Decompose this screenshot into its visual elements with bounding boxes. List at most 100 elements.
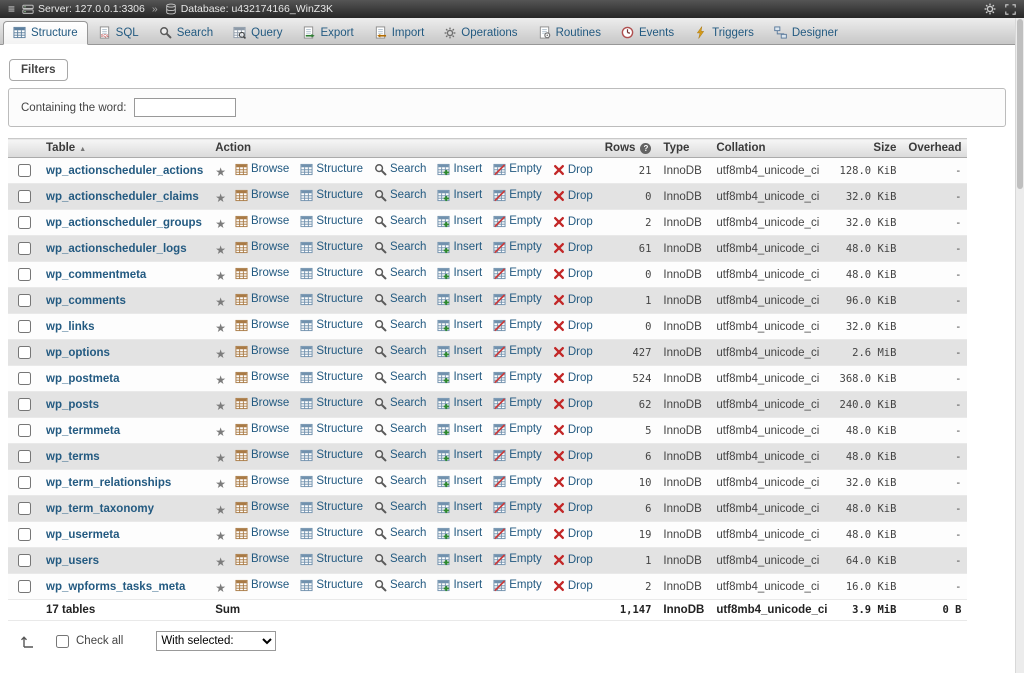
empty-link[interactable]: Empty <box>493 215 542 228</box>
browse-link[interactable]: Browse <box>235 371 289 384</box>
structure-link[interactable]: Structure <box>300 579 363 592</box>
browse-link[interactable]: Browse <box>235 397 289 410</box>
column-header-size[interactable]: Size <box>834 139 903 158</box>
insert-link[interactable]: Insert <box>437 397 482 410</box>
browse-link[interactable]: Browse <box>235 449 289 462</box>
insert-link[interactable]: Insert <box>437 527 482 540</box>
empty-link[interactable]: Empty <box>493 449 542 462</box>
browse-link[interactable]: Browse <box>235 293 289 306</box>
gear-icon[interactable] <box>984 3 996 15</box>
empty-link[interactable]: Empty <box>493 475 542 488</box>
tab-events[interactable]: Events <box>611 21 684 45</box>
column-header-collation[interactable]: Collation <box>710 139 833 158</box>
row-checkbox[interactable] <box>18 450 31 463</box>
favorite-star-icon[interactable]: ★ <box>215 581 226 595</box>
favorite-star-icon[interactable]: ★ <box>215 269 226 283</box>
browse-link[interactable]: Browse <box>235 501 289 514</box>
favorite-star-icon[interactable]: ★ <box>215 451 226 465</box>
search-link[interactable]: Search <box>374 397 426 410</box>
drop-link[interactable]: Drop <box>553 164 593 176</box>
empty-link[interactable]: Empty <box>493 319 542 332</box>
drop-link[interactable]: Drop <box>553 320 593 332</box>
table-name-link[interactable]: wp_actionscheduler_actions <box>46 165 203 177</box>
row-checkbox[interactable] <box>18 580 31 593</box>
structure-link[interactable]: Structure <box>300 475 363 488</box>
drop-link[interactable]: Drop <box>553 372 593 384</box>
browse-link[interactable]: Browse <box>235 553 289 566</box>
table-name-link[interactable]: wp_posts <box>46 399 99 411</box>
favorite-star-icon[interactable]: ★ <box>215 399 226 413</box>
table-name-link[interactable]: wp_term_taxonomy <box>46 503 154 515</box>
table-name-link[interactable]: wp_terms <box>46 451 100 463</box>
row-checkbox[interactable] <box>18 346 31 359</box>
drop-link[interactable]: Drop <box>553 190 593 202</box>
browse-link[interactable]: Browse <box>235 241 289 254</box>
scrollbar-thumb[interactable] <box>1017 19 1023 189</box>
structure-link[interactable]: Structure <box>300 189 363 202</box>
browse-link[interactable]: Browse <box>235 189 289 202</box>
favorite-star-icon[interactable]: ★ <box>215 243 226 257</box>
search-link[interactable]: Search <box>374 371 426 384</box>
table-name-link[interactable]: wp_commentmeta <box>46 269 146 281</box>
tab-operations[interactable]: Operations <box>434 22 527 45</box>
row-checkbox[interactable] <box>18 216 31 229</box>
empty-link[interactable]: Empty <box>493 293 542 306</box>
favorite-star-icon[interactable]: ★ <box>215 477 226 491</box>
tab-import[interactable]: Import <box>364 21 435 45</box>
browse-link[interactable]: Browse <box>235 345 289 358</box>
drop-link[interactable]: Drop <box>553 554 593 566</box>
structure-link[interactable]: Structure <box>300 423 363 436</box>
insert-link[interactable]: Insert <box>437 189 482 202</box>
drop-link[interactable]: Drop <box>553 450 593 462</box>
browse-link[interactable]: Browse <box>235 267 289 280</box>
drop-link[interactable]: Drop <box>553 216 593 228</box>
database-breadcrumb[interactable]: Database: u432174166_WinZ3K <box>165 3 333 15</box>
browse-link[interactable]: Browse <box>235 579 289 592</box>
favorite-star-icon[interactable]: ★ <box>215 503 226 517</box>
row-checkbox[interactable] <box>18 190 31 203</box>
search-link[interactable]: Search <box>374 501 426 514</box>
table-name-link[interactable]: wp_actionscheduler_logs <box>46 243 187 255</box>
browse-link[interactable]: Browse <box>235 475 289 488</box>
row-checkbox[interactable] <box>18 528 31 541</box>
structure-link[interactable]: Structure <box>300 527 363 540</box>
drop-link[interactable]: Drop <box>553 346 593 358</box>
insert-link[interactable]: Insert <box>437 163 482 176</box>
insert-link[interactable]: Insert <box>437 475 482 488</box>
structure-link[interactable]: Structure <box>300 501 363 514</box>
insert-link[interactable]: Insert <box>437 449 482 462</box>
browse-link[interactable]: Browse <box>235 319 289 332</box>
browse-link[interactable]: Browse <box>235 215 289 228</box>
empty-link[interactable]: Empty <box>493 397 542 410</box>
structure-link[interactable]: Structure <box>300 371 363 384</box>
search-link[interactable]: Search <box>374 241 426 254</box>
browse-link[interactable]: Browse <box>235 527 289 540</box>
insert-link[interactable]: Insert <box>437 423 482 436</box>
empty-link[interactable]: Empty <box>493 163 542 176</box>
check-all-checkbox[interactable] <box>56 635 69 648</box>
favorite-star-icon[interactable]: ★ <box>215 555 226 569</box>
favorite-star-icon[interactable]: ★ <box>215 347 226 361</box>
row-checkbox[interactable] <box>18 242 31 255</box>
check-all-label[interactable]: Check all <box>76 635 123 647</box>
tab-routines[interactable]: Routines <box>528 21 611 45</box>
search-link[interactable]: Search <box>374 553 426 566</box>
drop-link[interactable]: Drop <box>553 398 593 410</box>
drop-link[interactable]: Drop <box>553 294 593 306</box>
insert-link[interactable]: Insert <box>437 579 482 592</box>
server-breadcrumb[interactable]: Server: 127.0.0.1:3306 <box>22 3 145 15</box>
drop-link[interactable]: Drop <box>553 528 593 540</box>
search-link[interactable]: Search <box>374 449 426 462</box>
favorite-star-icon[interactable]: ★ <box>215 191 226 205</box>
insert-link[interactable]: Insert <box>437 345 482 358</box>
insert-link[interactable]: Insert <box>437 319 482 332</box>
column-header-table[interactable]: Table▲ <box>40 139 209 158</box>
drop-link[interactable]: Drop <box>553 268 593 280</box>
structure-link[interactable]: Structure <box>300 449 363 462</box>
column-header-overhead[interactable]: Overhead <box>902 139 967 158</box>
table-name-link[interactable]: wp_termmeta <box>46 425 120 437</box>
structure-link[interactable]: Structure <box>300 241 363 254</box>
row-checkbox[interactable] <box>18 398 31 411</box>
search-link[interactable]: Search <box>374 579 426 592</box>
favorite-star-icon[interactable]: ★ <box>215 217 226 231</box>
